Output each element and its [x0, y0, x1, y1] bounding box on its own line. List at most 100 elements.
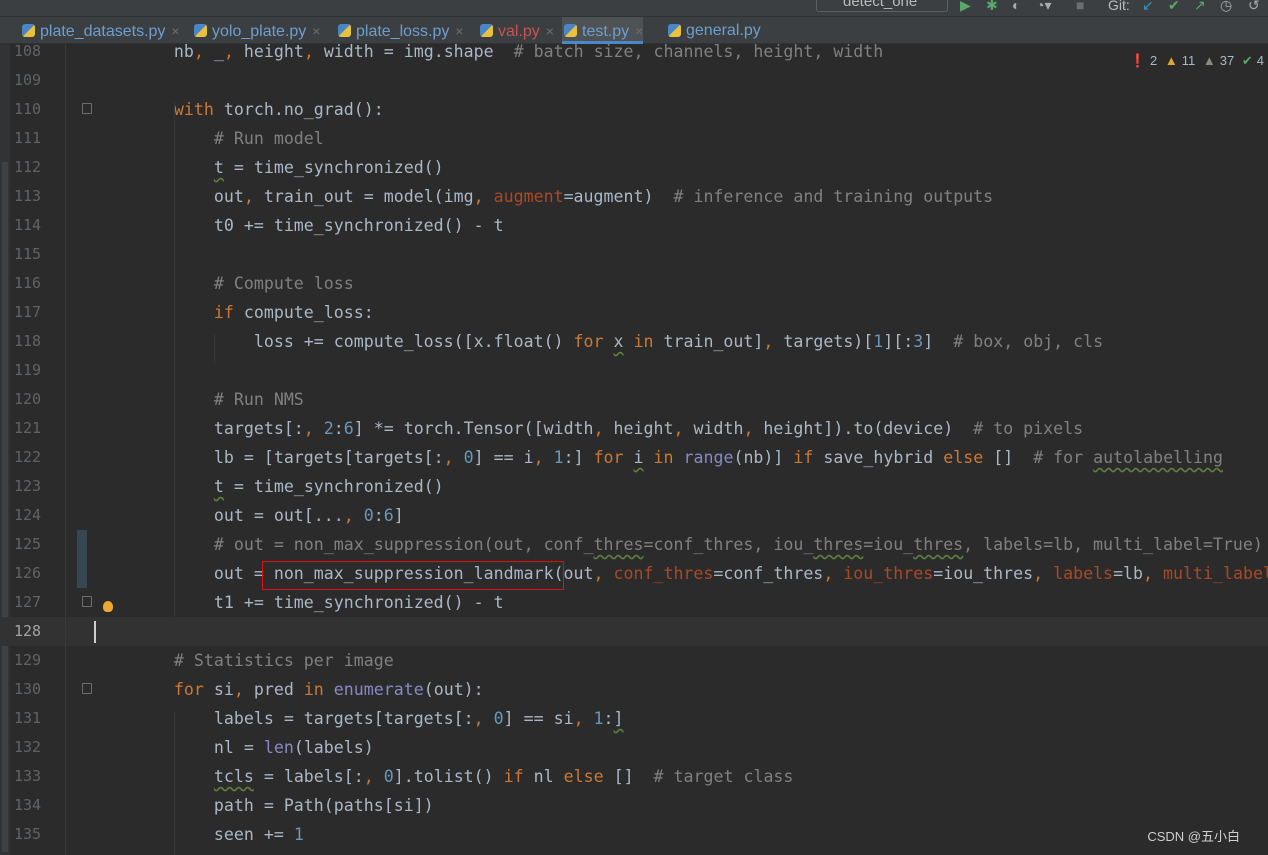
- debug-icon[interactable]: ✱: [986, 0, 998, 14]
- code-line[interactable]: 134 path = Path(paths[si]): [0, 791, 1268, 820]
- tab-label: test.py: [582, 23, 630, 40]
- code-line[interactable]: 130 for si, pred in enumerate(out):: [0, 675, 1268, 704]
- close-tab-icon[interactable]: ×: [635, 23, 643, 39]
- code-line[interactable]: 132 nl = len(labels): [0, 733, 1268, 762]
- tab-yolo-plate-py[interactable]: yolo_plate.py ×: [192, 17, 320, 44]
- code-token: ,: [763, 332, 784, 351]
- code-token: x: [613, 332, 624, 351]
- code-token: nb: [94, 44, 194, 61]
- code-token: if: [503, 767, 534, 786]
- code-line[interactable]: 121 targets[:, 2:6] *= torch.Tensor([wid…: [0, 414, 1268, 443]
- code-token: width = img.shape: [323, 44, 514, 61]
- code-token: ].tolist(): [393, 767, 504, 786]
- code-token: :: [603, 709, 614, 728]
- code-token: seen +=: [94, 825, 294, 844]
- code-token: = time_synchronized(): [223, 477, 444, 496]
- code-line[interactable]: 123 t = time_synchronized(): [0, 472, 1268, 501]
- stop-icon[interactable]: ■: [1076, 0, 1084, 13]
- code-line[interactable]: 108 nb, _, height, width = img.shape # b…: [0, 44, 1268, 66]
- code-line[interactable]: 111 # Run model: [0, 124, 1268, 153]
- code-line[interactable]: 113 out, train_out = model(img, augment=…: [0, 182, 1268, 211]
- code-token: with: [94, 100, 224, 119]
- code-line[interactable]: 127 t1 += time_synchronized() - t: [0, 588, 1268, 617]
- line-number: 131: [14, 709, 42, 727]
- tab-label: plate_loss.py: [356, 23, 450, 40]
- code-token: autolabelling: [1093, 448, 1224, 467]
- close-tab-icon[interactable]: ×: [171, 23, 179, 39]
- code-line[interactable]: 115: [0, 240, 1268, 269]
- code-line[interactable]: 118 loss += compute_loss([x.float() for …: [0, 327, 1268, 356]
- code-line[interactable]: 126 out = non_max_suppression_landmark(o…: [0, 559, 1268, 588]
- code-token: for: [94, 680, 214, 699]
- run-icon[interactable]: ▶: [960, 0, 971, 14]
- git-update-icon[interactable]: ↙: [1142, 0, 1154, 14]
- code-text: # Compute loss: [94, 269, 354, 298]
- line-number: 127: [14, 593, 42, 611]
- fold-icon[interactable]: [82, 683, 92, 694]
- code-text: loss += compute_loss([x.float() for x in…: [94, 327, 1103, 356]
- inspection-widget[interactable]: ❗ 2 ▲ 11 ▲ 37 ✔ 4: [1130, 53, 1268, 69]
- git-push-icon[interactable]: ↗: [1194, 0, 1206, 14]
- run-configuration-select[interactable]: detect_one: [816, 0, 948, 12]
- coverage-icon[interactable]: ◐: [1012, 0, 1020, 13]
- code-line[interactable]: 122 lb = [targets[targets[:, 0] == i, 1:…: [0, 443, 1268, 472]
- python-file-icon: [338, 24, 351, 37]
- git-commit-icon[interactable]: ✔: [1168, 0, 1180, 14]
- tab-plate-datasets-py[interactable]: plate_datasets.py ×: [20, 17, 180, 44]
- code-token: =lb: [1113, 564, 1144, 583]
- fold-icon[interactable]: [82, 596, 92, 607]
- code-line[interactable]: 114 t0 += time_synchronized() - t: [0, 211, 1268, 240]
- tab-test-py[interactable]: test.py ×: [562, 17, 644, 44]
- lightbulb-icon[interactable]: [103, 601, 113, 612]
- code-token: save_hybrid: [823, 448, 944, 467]
- code-token: # batch size, channels, height, width: [513, 44, 884, 61]
- tab-val-py[interactable]: val.py ×: [478, 17, 554, 44]
- line-number: 123: [14, 477, 42, 495]
- code-token: out: [94, 187, 244, 206]
- code-text: t0 += time_synchronized() - t: [94, 211, 504, 240]
- line-number: 116: [14, 274, 42, 292]
- code-token: 1: [873, 332, 884, 351]
- git-rollback-icon[interactable]: ↺: [1248, 0, 1260, 14]
- gutter-divider: [65, 44, 66, 855]
- code-line[interactable]: 129 # Statistics per image: [0, 646, 1268, 675]
- code-line[interactable]: 119: [0, 356, 1268, 385]
- code-token: 0: [463, 448, 474, 467]
- code-token: lb = [targets[targets[:: [94, 448, 444, 467]
- change-marker[interactable]: [77, 530, 87, 588]
- tab-general-py[interactable]: general.py: [666, 17, 761, 44]
- tab-plate-loss-py[interactable]: plate_loss.py ×: [336, 17, 464, 44]
- code-line[interactable]: 128: [0, 617, 1268, 646]
- code-editor[interactable]: 108 nb, _, height, width = img.shape # b…: [0, 44, 1268, 855]
- code-line[interactable]: 124 out = out[..., 0:6]: [0, 501, 1268, 530]
- code-token: ]: [613, 709, 624, 728]
- close-tab-icon[interactable]: ×: [455, 23, 463, 39]
- code-line[interactable]: 125 # out = non_max_suppression(out, con…: [0, 530, 1268, 559]
- code-token: 1: [593, 709, 604, 728]
- code-token: :: [333, 419, 344, 438]
- python-file-icon: [564, 24, 577, 37]
- code-line[interactable]: 133 tcls = labels[:, 0].tolist() if nl e…: [0, 762, 1268, 791]
- git-history-icon[interactable]: ◷: [1220, 0, 1232, 14]
- profile-icon[interactable]: ◔▾: [1036, 0, 1051, 14]
- code-line[interactable]: 109: [0, 66, 1268, 95]
- line-number: 114: [14, 216, 42, 234]
- close-tab-icon[interactable]: ×: [312, 23, 320, 39]
- code-token: in: [623, 332, 664, 351]
- code-token: range: [683, 448, 734, 467]
- code-line[interactable]: 120 # Run NMS: [0, 385, 1268, 414]
- fold-icon[interactable]: [82, 103, 92, 114]
- code-line[interactable]: 116 # Compute loss: [0, 269, 1268, 298]
- code-line[interactable]: 135 seen += 1: [0, 820, 1268, 849]
- code-text: t1 += time_synchronized() - t: [94, 588, 504, 617]
- code-token: # target class: [653, 767, 794, 786]
- code-line[interactable]: 112 t = time_synchronized(): [0, 153, 1268, 182]
- code-line[interactable]: 131 labels = targets[targets[:, 0] == si…: [0, 704, 1268, 733]
- code-line[interactable]: 117 if compute_loss:: [0, 298, 1268, 327]
- code-line[interactable]: 110 with torch.no_grad():: [0, 95, 1268, 124]
- code-token: path = Path(paths[si]): [94, 796, 434, 815]
- code-text: for si, pred in enumerate(out):: [94, 675, 484, 704]
- close-tab-icon[interactable]: ×: [546, 23, 554, 39]
